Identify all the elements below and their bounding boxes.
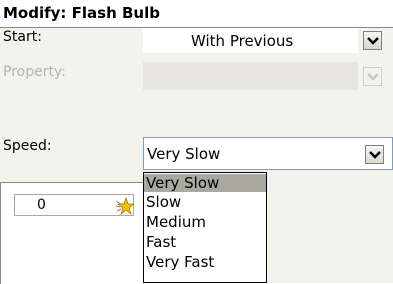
- speed-option-medium[interactable]: Medium: [144, 213, 266, 231]
- start-value: With Previous: [191, 32, 294, 50]
- start-dropdown-button[interactable]: [363, 31, 382, 50]
- property-label: Property:: [3, 64, 66, 80]
- speed-value: Very Slow: [147, 145, 221, 163]
- speed-option-fast[interactable]: Fast: [144, 233, 266, 251]
- star-effect-icon: [115, 196, 136, 219]
- speed-dropdown-list[interactable]: Very Slow Slow Medium Fast Very Fast: [143, 172, 267, 283]
- task-pane-title: Modify: Flash Bulb: [3, 4, 160, 22]
- animation-list-item[interactable]: 0: [14, 194, 136, 219]
- task-pane-title-bar: Modify: Flash Bulb: [0, 0, 393, 28]
- speed-option-very-slow[interactable]: Very Slow: [144, 174, 266, 192]
- start-combobox[interactable]: With Previous: [143, 28, 393, 53]
- speed-combobox[interactable]: Very Slow: [143, 137, 393, 170]
- speed-label: Speed:: [3, 138, 52, 154]
- start-label: Start:: [3, 29, 42, 45]
- speed-option-very-fast[interactable]: Very Fast: [144, 253, 266, 271]
- animation-order-number: 0: [37, 197, 46, 213]
- property-combobox: [143, 62, 393, 90]
- property-dropdown-button: [363, 67, 382, 86]
- speed-option-slow[interactable]: Slow: [144, 193, 266, 211]
- speed-dropdown-button[interactable]: [365, 145, 384, 164]
